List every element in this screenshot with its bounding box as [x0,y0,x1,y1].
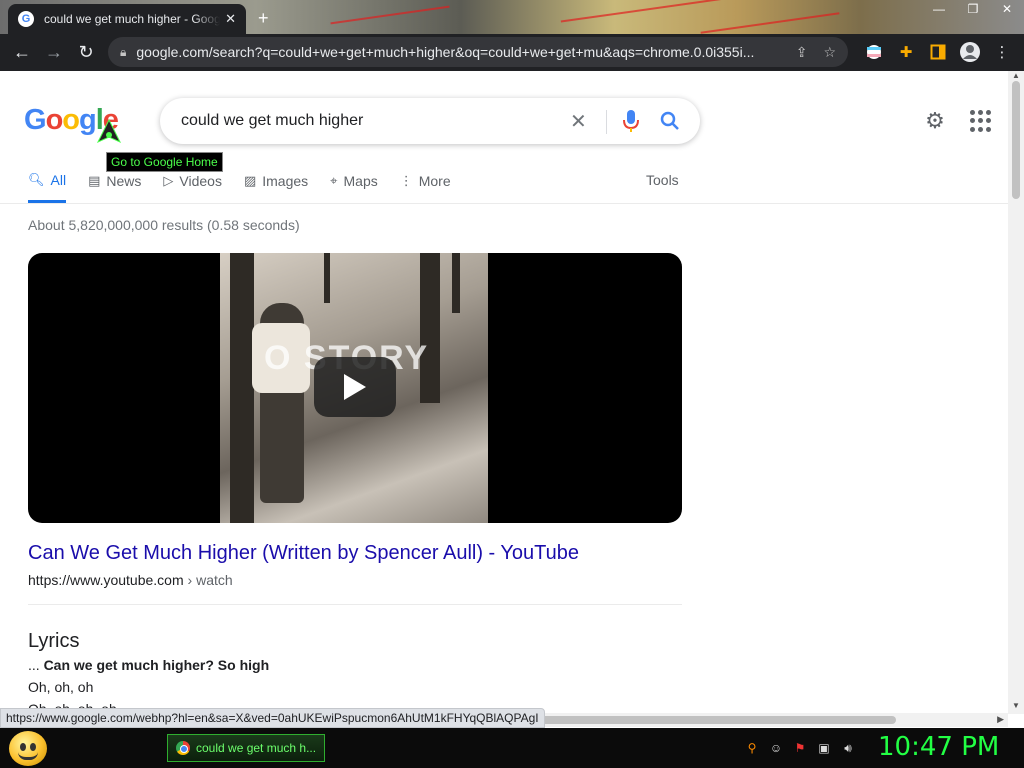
lyrics-line: Oh, oh, oh [28,679,94,695]
smiley-eye [30,743,36,751]
play-button-icon[interactable] [314,357,396,417]
tab-images[interactable]: ▨ Images [244,166,308,196]
news-icon: ▤ [88,173,101,188]
reload-icon[interactable]: ↻ [70,37,102,69]
system-tray: ⚲ ☺ ⚑ ▣ 🔊︎ [744,740,856,756]
extensions-puzzle-icon[interactable]: ✚ [894,40,918,64]
header-divider [0,203,1008,204]
result-url[interactable]: https://www.youtube.com › watch [28,572,233,588]
tab-news[interactable]: ▤ News [88,166,141,196]
chrome-icon [176,741,190,755]
minimize-icon[interactable]: — [922,0,956,18]
tray-action-center-icon[interactable]: ⚑ [792,740,808,756]
tab-label: All [50,171,67,188]
new-tab-icon[interactable]: + [258,8,269,29]
browser-tab-strip: G could we get much higher - Google Sear… [0,0,1024,34]
search-tabs: 🔍︎ All ▤ News ▷ Videos ▨ Images ⌖ Maps ⋮… [28,166,473,204]
taskbar-clock[interactable]: 10:47 PM [878,732,999,762]
taskbar [0,728,1024,768]
scroll-down-icon[interactable]: ▼ [1012,701,1020,710]
taskbar-window-label: could we get much h... [196,741,317,755]
close-window-icon[interactable]: ✕ [990,0,1024,18]
back-icon[interactable]: ← [6,37,38,69]
search-input[interactable]: could we get much higher [181,112,363,130]
browser-toolbar: ← → ↻ 🔒︎ google.com/search?q=could+we+ge… [0,34,1024,71]
tab-title: could we get much higher - Google Search [44,12,220,26]
tray-volume-icon[interactable]: 🔊︎ [840,740,856,756]
image-icon: ▨ [243,173,257,188]
tray-emoji-icon[interactable]: ☺ [768,740,784,756]
tree-trunk [230,253,254,523]
wallpaper-streak [700,12,840,34]
extension-flag-icon[interactable] [862,40,886,64]
video-thumbnail[interactable]: O STORY [28,253,682,523]
maximize-icon[interactable]: ❐ [956,0,990,18]
lock-icon[interactable]: 🔒︎ [120,45,126,60]
settings-gear-icon[interactable]: ⚙ [922,108,948,134]
scroll-right-icon[interactable]: ▶ [997,714,1004,725]
mouse-cursor-icon [96,118,122,144]
google-apps-icon[interactable] [970,110,992,132]
tab-close-icon[interactable]: ✕ [225,11,236,27]
tab-videos[interactable]: ▷ Videos [163,166,222,196]
lyrics-heading: Lyrics [28,630,80,652]
search-divider [606,110,607,134]
bookmark-star-icon[interactable]: ☆ [823,44,836,61]
tab-label: News [106,173,142,189]
logo-letter: o [45,104,64,136]
result-title-link[interactable]: Can We Get Much Higher (Written by Spenc… [28,542,579,565]
taskbar-chrome-window[interactable]: could we get much h... [167,734,325,762]
browser-menu-icon[interactable]: ⋮ [990,40,1014,64]
tab-more[interactable]: ⋮ More [400,166,451,196]
search-icon: 🔍︎ [28,171,45,187]
forward-icon[interactable]: → [38,37,70,69]
tab-all[interactable]: 🔍︎ All [28,166,67,203]
address-url[interactable]: google.com/search?q=could+we+get+much+hi… [136,44,776,60]
result-divider [28,604,682,605]
tree-trunk [452,253,460,313]
profile-avatar-icon[interactable] [958,40,982,64]
wallpaper-streak [330,5,450,25]
result-stats: About 5,820,000,000 results (0.58 second… [28,217,300,233]
result-url-breadcrumb: › watch [183,572,233,588]
logo-letter: o [62,104,80,136]
vertical-scrollbar[interactable]: ▲ ▼ [1008,71,1024,714]
lyrics-highlight: Can we get much higher? So high [43,657,270,673]
tab-label: Images [262,173,309,189]
clear-search-icon[interactable]: ✕ [570,109,587,134]
video-icon: ▷ [163,173,174,188]
address-bar[interactable]: 🔒︎ google.com/search?q=could+we+get+much… [108,37,848,67]
search-icon[interactable] [658,109,682,133]
search-box[interactable]: could we get much higher ✕ [160,98,700,144]
smiley-mouth [18,752,38,760]
tab-label: Maps [343,173,378,189]
map-pin-icon: ⌖ [330,173,338,188]
window-controls: — ❐ ✕ [922,0,1024,18]
more-vert-icon: ⋮ [399,173,413,188]
smiley-eye [20,743,26,751]
tree-trunk [420,253,440,403]
scroll-up-icon[interactable]: ▲ [1012,71,1020,80]
voice-search-mic-icon[interactable] [620,108,642,134]
google-favicon-icon: G [18,11,34,27]
tree-trunk [324,253,330,303]
tab-label: Videos [179,173,222,189]
tools-button[interactable]: Tools [646,172,679,188]
side-panel-icon[interactable] [926,40,950,64]
tab-label: More [418,173,451,189]
lyrics-line: ... Can we get much higher? So high [28,657,269,673]
start-button-smiley-icon[interactable] [9,731,47,766]
tray-network-icon[interactable]: ▣ [816,740,832,756]
lyrics-ellipsis: ... [28,657,44,673]
result-url-domain: https://www.youtube.com [28,572,184,588]
tab-maps[interactable]: ⌖ Maps [330,166,378,196]
tray-search-icon[interactable]: ⚲ [744,740,760,756]
wallpaper-streak [560,0,740,23]
browser-tab[interactable]: G could we get much higher - Google Sear… [8,4,246,34]
scrollbar-thumb[interactable] [1012,81,1020,199]
logo-letter: G [24,104,47,136]
logo-letter: g [79,104,97,136]
share-icon[interactable]: ⇪ [796,44,808,61]
link-status-bar: https://www.google.com/webhp?hl=en&sa=X&… [0,708,545,728]
